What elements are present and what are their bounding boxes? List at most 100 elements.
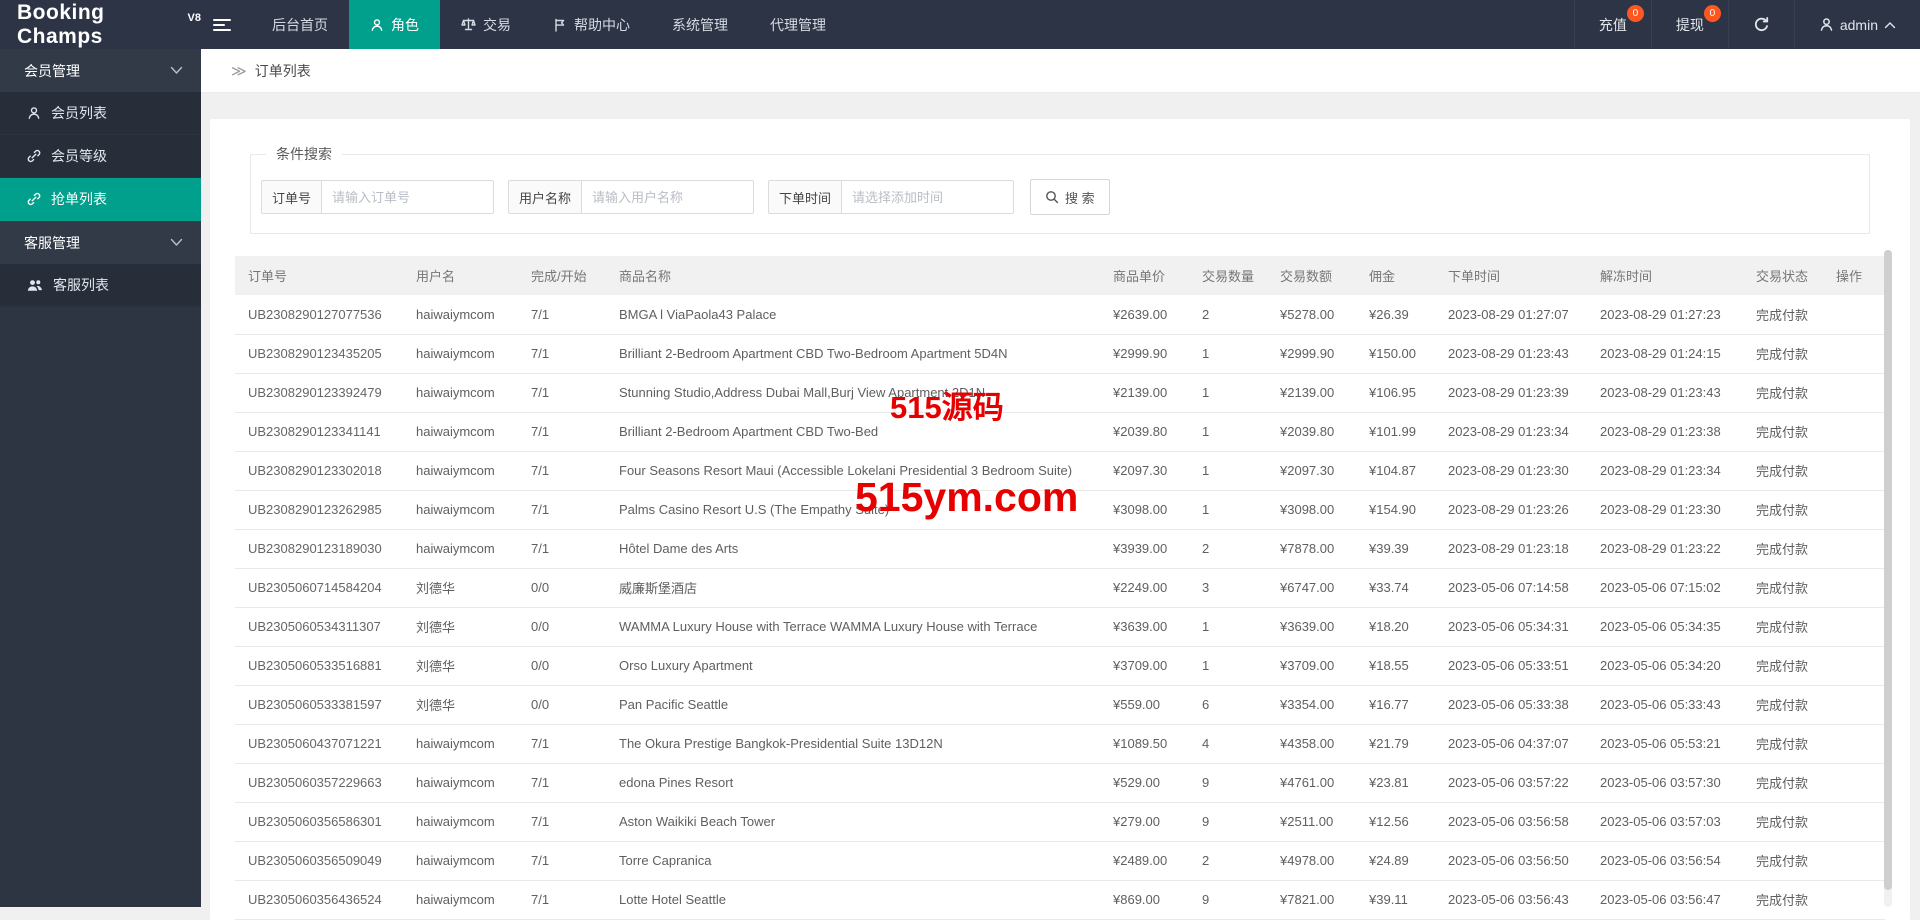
refresh-button[interactable] [1728, 0, 1794, 49]
cell-amount: ¥4978.00 [1267, 841, 1356, 880]
orders-table: 订单号 用户名 完成/开始 商品名称 商品单价 交易数量 交易数额 佣金 下单时… [235, 256, 1885, 920]
brand-version: V8 [188, 12, 201, 24]
col-order-time: 下单时间 [1435, 256, 1587, 295]
sidebar-item-label: 抢单列表 [51, 189, 107, 209]
cell-status: 完成付款 [1743, 568, 1823, 607]
cell-unit_price: ¥3098.00 [1100, 490, 1189, 529]
chevron-up-icon [1884, 21, 1896, 29]
cell-order_no: UB2308290123392479 [235, 373, 403, 412]
cell-action [1823, 724, 1885, 763]
username-group: 用户名称 [508, 180, 754, 214]
sidebar-item-member-level[interactable]: 会员等级 [0, 135, 201, 178]
search-panel-legend: 条件搜索 [266, 144, 342, 164]
order-no-group: 订单号 [261, 180, 494, 214]
nav-item-agents[interactable]: 代理管理 [749, 0, 847, 49]
cell-status: 完成付款 [1743, 295, 1823, 334]
cell-username: haiwaiymcom [403, 880, 518, 919]
cell-username: haiwaiymcom [403, 295, 518, 334]
order-time-input[interactable] [841, 180, 1014, 214]
col-commission: 佣金 [1356, 256, 1435, 295]
cell-order_time: 2023-05-06 03:56:58 [1435, 802, 1587, 841]
cell-product: edona Pines Resort [606, 763, 1100, 802]
cell-qty: 1 [1189, 451, 1267, 490]
cell-commission: ¥18.20 [1356, 607, 1435, 646]
sidebar-group-customer-service[interactable]: 客服管理 [0, 221, 201, 264]
cell-action [1823, 880, 1885, 919]
sidebar-item-label: 会员列表 [51, 103, 107, 123]
cell-action [1823, 607, 1885, 646]
cell-qty: 1 [1189, 646, 1267, 685]
nav-item-label: 帮助中心 [574, 15, 630, 35]
recharge-button[interactable]: 充值 0 [1574, 0, 1651, 49]
cell-progress: 7/1 [518, 412, 606, 451]
cell-progress: 0/0 [518, 646, 606, 685]
breadcrumb-arrows-icon: ≫ [231, 62, 247, 80]
cell-order_no: UB2305060533381597 [235, 685, 403, 724]
sidebar-item-member-list[interactable]: 会员列表 [0, 92, 201, 135]
link-icon [27, 192, 41, 206]
chevron-down-icon [170, 66, 183, 75]
cell-status: 完成付款 [1743, 763, 1823, 802]
cell-order_time: 2023-08-29 01:23:18 [1435, 529, 1587, 568]
order-time-group: 下单时间 [768, 180, 1014, 214]
scrollbar-thumb[interactable] [1884, 250, 1892, 890]
cell-commission: ¥23.81 [1356, 763, 1435, 802]
cell-order_time: 2023-05-06 03:56:50 [1435, 841, 1587, 880]
nav-item-trade[interactable]: 交易 [440, 0, 532, 49]
cell-progress: 0/0 [518, 607, 606, 646]
cell-unit_price: ¥529.00 [1100, 763, 1189, 802]
cell-status: 完成付款 [1743, 529, 1823, 568]
cell-unfreeze_time: 2023-05-06 05:33:43 [1587, 685, 1743, 724]
nav-item-label: 交易 [483, 15, 511, 35]
sidebar-item-customer-service-list[interactable]: 客服列表 [0, 264, 201, 307]
top-menu: 后台首页 角色 交易 帮助中心 系统管理 代理管理 [251, 0, 847, 49]
cell-product: 威廉斯堡酒店 [606, 568, 1100, 607]
col-username: 用户名 [403, 256, 518, 295]
table-row: UB2308290123302018haiwaiymcom7/1Four Sea… [235, 451, 1885, 490]
nav-item-help-center[interactable]: 帮助中心 [532, 0, 651, 49]
orders-table-wrap: 订单号 用户名 完成/开始 商品名称 商品单价 交易数量 交易数额 佣金 下单时… [235, 256, 1885, 920]
cell-product: Hôtel Dame des Arts [606, 529, 1100, 568]
nav-item-roles[interactable]: 角色 [349, 0, 440, 49]
cell-status: 完成付款 [1743, 646, 1823, 685]
user-icon [27, 106, 41, 120]
cell-progress: 7/1 [518, 763, 606, 802]
cell-status: 完成付款 [1743, 724, 1823, 763]
search-icon [1045, 190, 1059, 204]
cell-username: haiwaiymcom [403, 841, 518, 880]
sidebar-group-member-management[interactable]: 会员管理 [0, 49, 201, 92]
nav-item-label: 角色 [391, 15, 419, 35]
top-right-menu: 充值 0 提现 0 admin [1574, 0, 1920, 49]
cell-username: 刘德华 [403, 646, 518, 685]
withdraw-button[interactable]: 提现 0 [1651, 0, 1728, 49]
cell-action [1823, 841, 1885, 880]
cell-action [1823, 685, 1885, 724]
cell-status: 完成付款 [1743, 685, 1823, 724]
cell-progress: 0/0 [518, 685, 606, 724]
cell-action [1823, 373, 1885, 412]
cell-unit_price: ¥3709.00 [1100, 646, 1189, 685]
search-button[interactable]: 搜 索 [1030, 179, 1110, 215]
nav-item-dashboard[interactable]: 后台首页 [251, 0, 349, 49]
users-icon [27, 279, 43, 292]
user-menu[interactable]: admin [1794, 0, 1920, 49]
cell-unit_price: ¥559.00 [1100, 685, 1189, 724]
breadcrumb: ≫ 订单列表 [201, 49, 1920, 93]
sidebar-toggle-icon[interactable] [201, 0, 243, 49]
cell-commission: ¥24.89 [1356, 841, 1435, 880]
col-order-no: 订单号 [235, 256, 403, 295]
cell-order_no: UB2308290123341141 [235, 412, 403, 451]
scales-icon [461, 17, 476, 32]
order-no-input[interactable] [321, 180, 494, 214]
order-no-label: 订单号 [261, 180, 321, 214]
nav-item-system[interactable]: 系统管理 [651, 0, 749, 49]
cell-product: The Okura Prestige Bangkok-Presidential … [606, 724, 1100, 763]
cell-unit_price: ¥1089.50 [1100, 724, 1189, 763]
table-row: UB2305060356586301haiwaiymcom7/1Aston Wa… [235, 802, 1885, 841]
sidebar-item-order-grab-list[interactable]: 抢单列表 [0, 178, 201, 221]
cell-order_no: UB2305060357229663 [235, 763, 403, 802]
username-input[interactable] [581, 180, 754, 214]
cell-qty: 1 [1189, 490, 1267, 529]
cell-order_no: UB2305060714584204 [235, 568, 403, 607]
cell-qty: 1 [1189, 607, 1267, 646]
